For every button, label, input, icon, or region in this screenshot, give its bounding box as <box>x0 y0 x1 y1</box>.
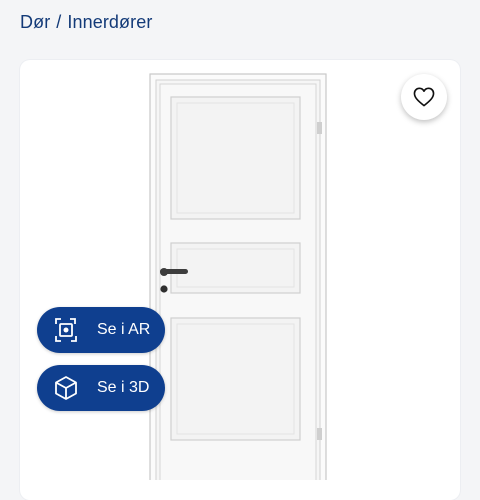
3d-cube-icon <box>43 365 89 411</box>
product-image-card: Se i AR Se i 3D <box>20 60 460 500</box>
ar-cube-icon <box>43 307 89 353</box>
view-in-ar-label: Se i AR <box>97 321 151 338</box>
favorite-button[interactable] <box>401 74 447 120</box>
product-door-image[interactable] <box>20 60 460 480</box>
view-in-3d-label: Se i 3D <box>97 379 150 396</box>
heart-icon <box>413 87 435 107</box>
breadcrumb: Dør / Innerdører <box>20 9 152 35</box>
view-in-3d-button[interactable]: Se i 3D <box>37 365 165 411</box>
view-in-ar-button[interactable]: Se i AR <box>37 307 165 353</box>
breadcrumb-separator: / <box>56 11 62 32</box>
breadcrumb-item-dor[interactable]: Dør <box>20 12 50 33</box>
breadcrumb-item-innerdorer[interactable]: Innerdører <box>67 12 152 33</box>
